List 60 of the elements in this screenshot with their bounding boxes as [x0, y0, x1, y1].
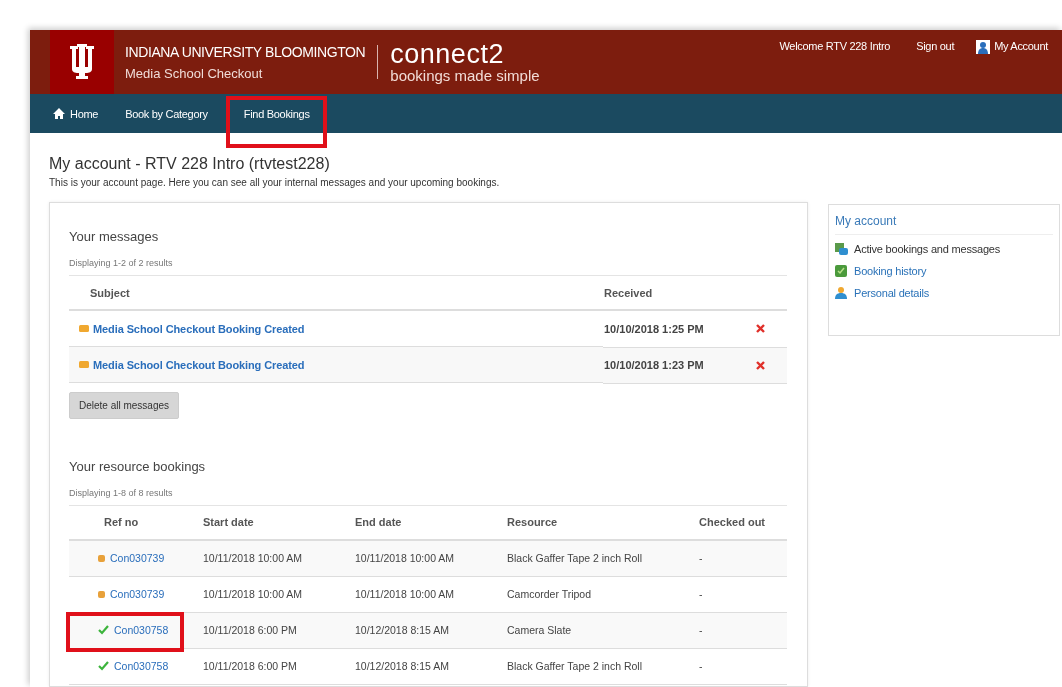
- table-cell: 10/11/2018 10:00 AM: [355, 588, 455, 600]
- table-cell: -: [699, 552, 703, 564]
- table-cell: 10/10/2018 1:25 PM: [603, 310, 755, 347]
- message-link[interactable]: Media School Checkout Booking Created: [93, 322, 305, 335]
- table-cell: 10/11/2018 6:00 PM: [203, 624, 297, 636]
- table-cell: 10/12/2018 8:15 AM: [355, 660, 449, 672]
- page-title: My account - RTV 228 Intro (rtvtest228): [49, 155, 331, 173]
- user-icon: [976, 40, 991, 54]
- account-link[interactable]: My Account: [976, 40, 1048, 54]
- column-header: Subject: [69, 275, 603, 310]
- nav-link[interactable]: Home: [50, 100, 109, 127]
- table-cell: 10/11/2018 10:00 AM: [203, 552, 303, 564]
- person-icon: [835, 287, 848, 299]
- column-header: Start date: [202, 505, 354, 540]
- home-icon: [53, 108, 65, 119]
- university-name: INDIANA UNIVERSITY BLOOMINGTON: [125, 43, 366, 60]
- booking-link[interactable]: Con030739: [110, 588, 165, 601]
- nav-link[interactable]: Find Bookings: [231, 100, 322, 127]
- section-heading: Your resource bookings: [69, 458, 207, 474]
- table-cell: -: [699, 624, 703, 636]
- check-icon: [98, 660, 109, 671]
- column-header: Received: [603, 275, 755, 310]
- table-cell: Black Gaffer Tape 2 inch Roll: [507, 552, 643, 564]
- table-cell: Camcorder Tripod: [507, 588, 592, 600]
- sidebar-item[interactable]: Active bookings and messages: [835, 243, 1053, 255]
- delete-icon[interactable]: [756, 360, 765, 370]
- brand-logo: connect2: [390, 40, 505, 67]
- column-header: Ref no: [69, 505, 202, 540]
- table-cell: 10/11/2018 6:00 PM: [203, 660, 297, 672]
- table-cell: Camera Slate: [507, 624, 572, 636]
- table-cell: -: [699, 660, 703, 672]
- check-icon: [98, 624, 109, 635]
- section-heading: Your messages: [69, 229, 160, 244]
- booking-link[interactable]: Con030758: [114, 623, 169, 636]
- column-header: Resource: [506, 505, 698, 540]
- table-cell: 10/10/2018 1:23 PM: [603, 347, 755, 383]
- nav-link[interactable]: Book by Category: [122, 100, 218, 127]
- sign-out-link[interactable]: Sign out: [916, 40, 955, 54]
- message-link[interactable]: Media School Checkout Booking Created: [93, 358, 305, 371]
- sidebar-item[interactable]: Personal details: [835, 287, 1053, 299]
- booking-link[interactable]: Con030739: [110, 552, 165, 565]
- sidebar-title: My account: [835, 214, 1053, 235]
- delete-all-button[interactable]: Delete all messages: [69, 391, 180, 419]
- column-header: Checked out: [698, 505, 787, 540]
- table-cell: 10/11/2018 10:00 AM: [355, 552, 455, 564]
- table-cell: 10/12/2018 8:15 AM: [355, 624, 449, 636]
- table-cell: Black Gaffer Tape 2 inch Roll: [507, 660, 643, 672]
- delete-icon[interactable]: [756, 324, 765, 334]
- column-header: End date: [354, 505, 506, 540]
- tagline: bookings made simple: [390, 66, 540, 84]
- results-count: Displaying 1-2 of 2 results: [69, 258, 174, 268]
- sidebar-item[interactable]: Booking history: [835, 265, 1053, 277]
- table-cell: -: [699, 588, 703, 600]
- welcome-text: Welcome RTV 228 Intro: [779, 40, 891, 54]
- booking-link[interactable]: Con030758: [114, 659, 169, 672]
- trident-icon: [67, 44, 97, 80]
- results-count: Displaying 1-8 of 8 results: [69, 487, 174, 498]
- department-name: Media School Checkout: [125, 65, 264, 81]
- page-description: This is your account page. Here you can see all your internal messages and your upcoming bookings.: [49, 177, 501, 188]
- table-cell: 10/11/2018 10:00 AM: [203, 588, 303, 600]
